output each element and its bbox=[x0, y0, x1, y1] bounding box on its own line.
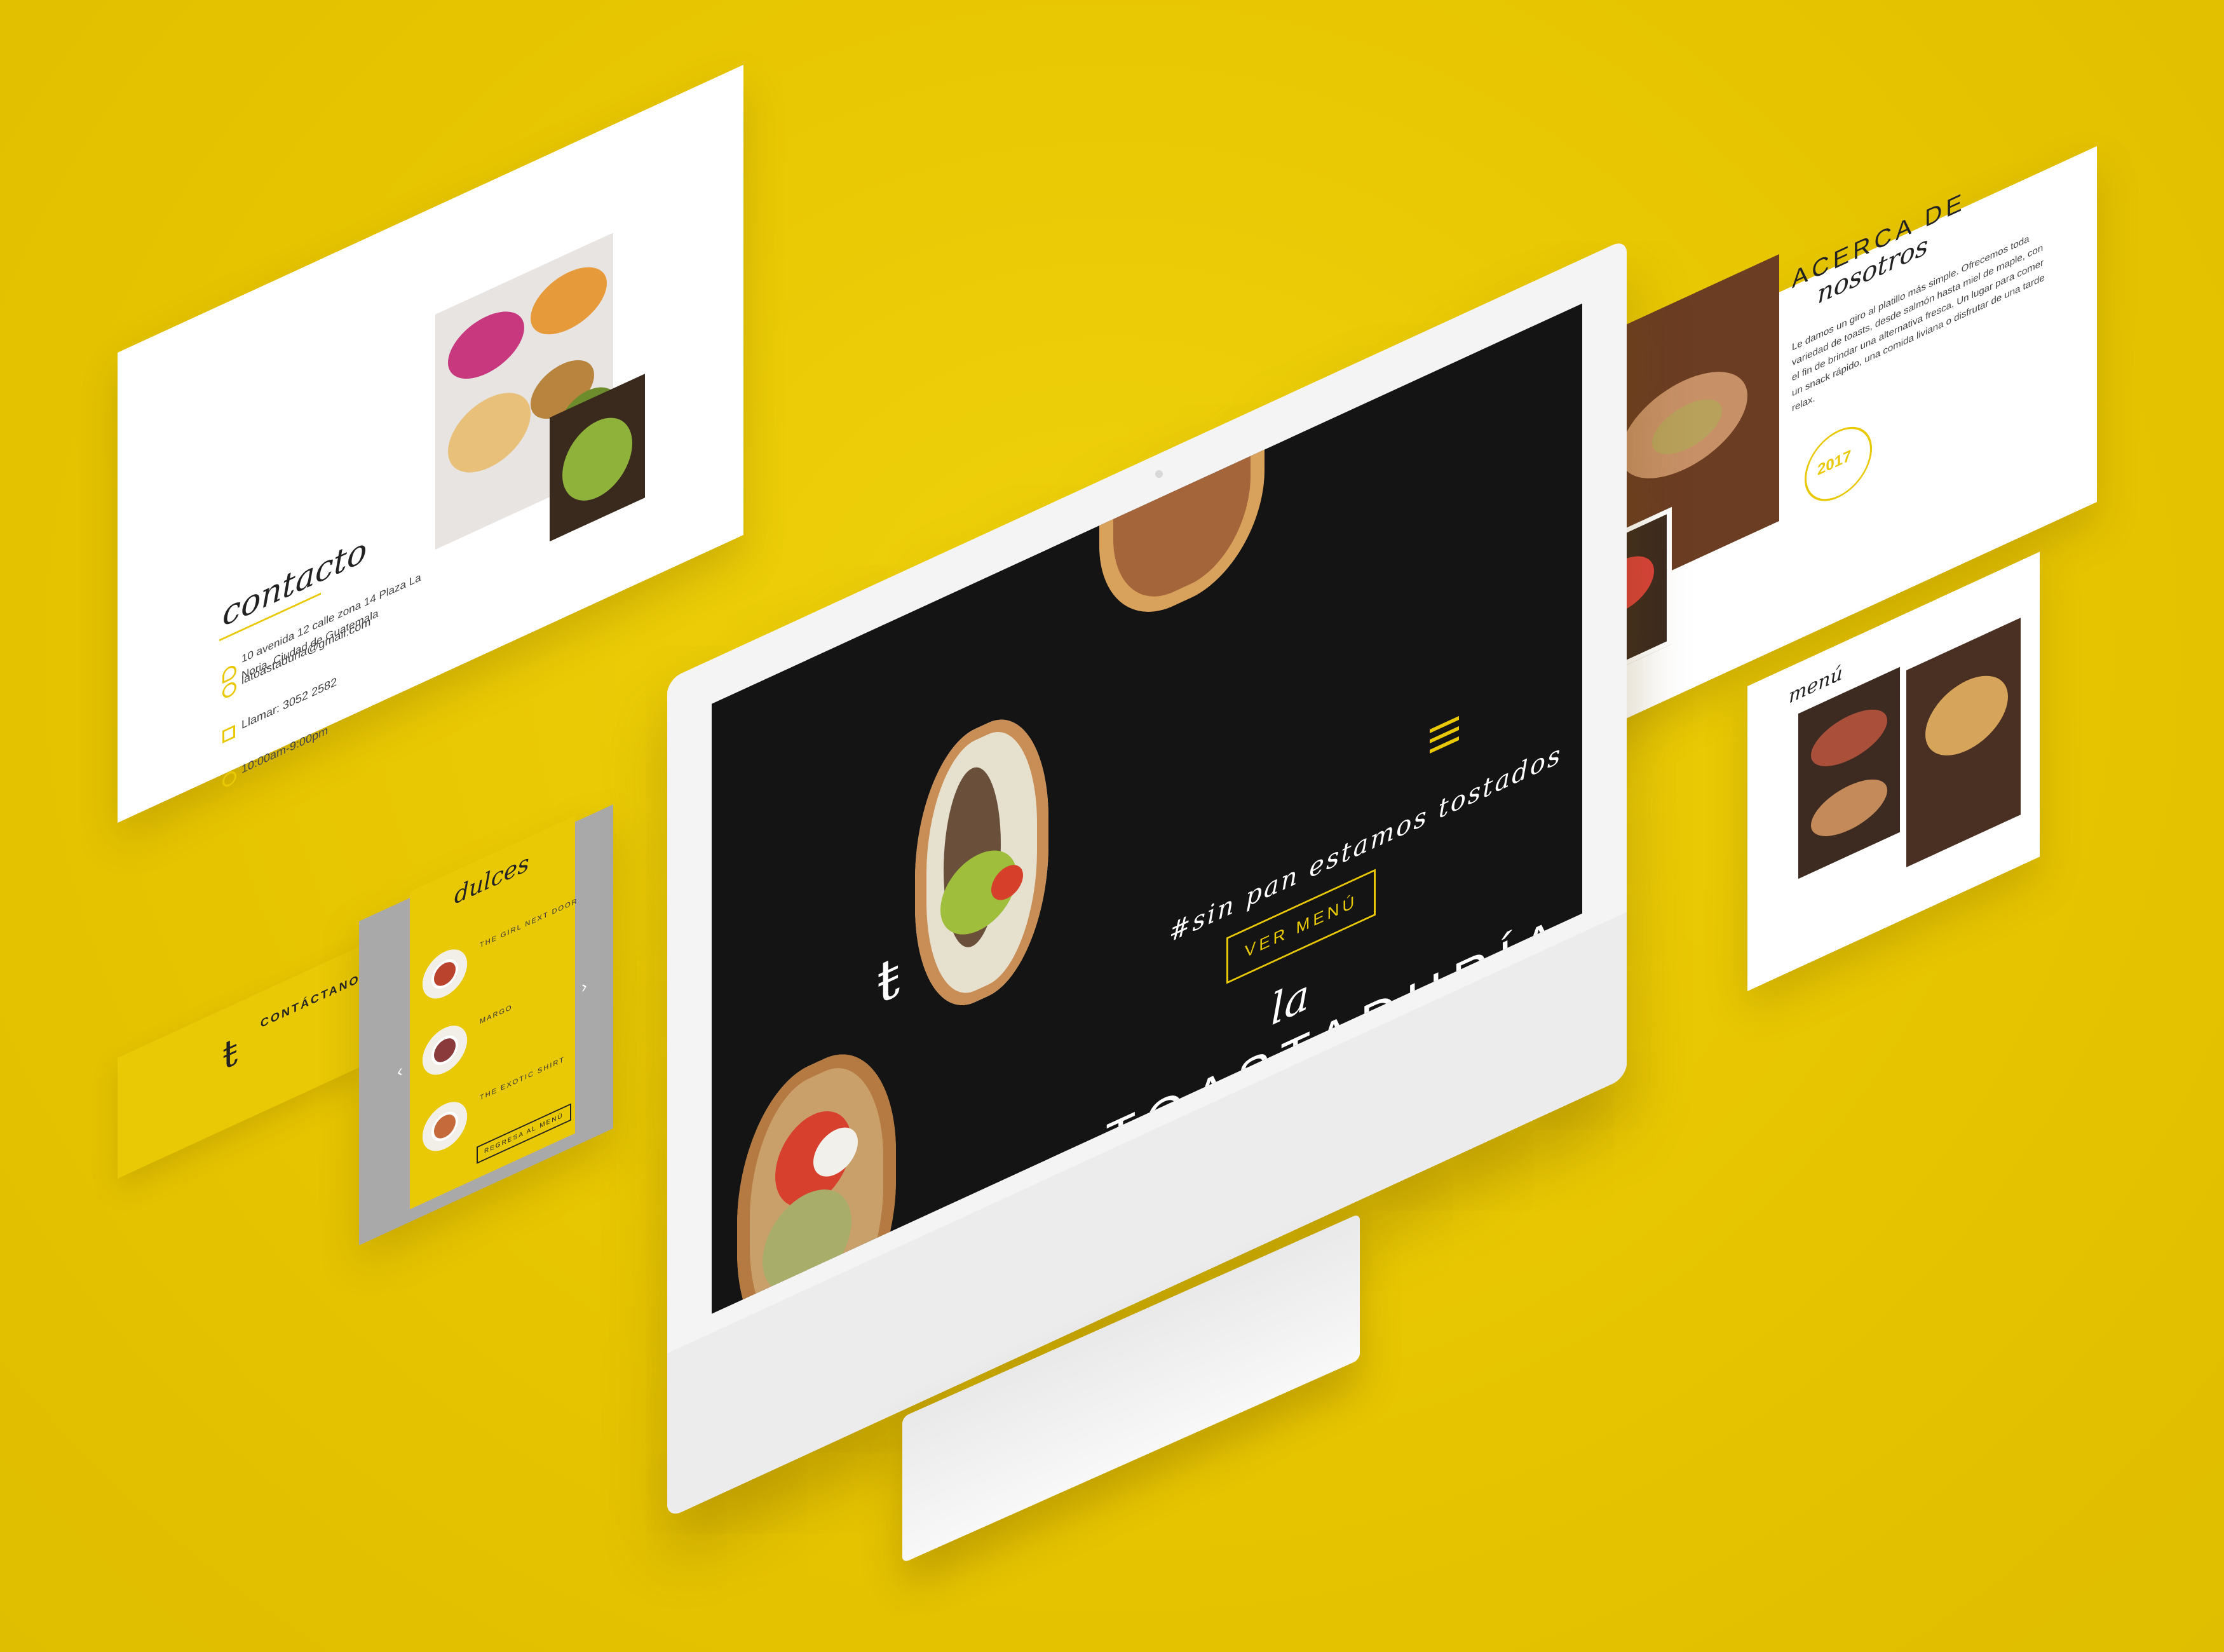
toast-image-2 bbox=[915, 695, 1048, 1030]
camera-dot bbox=[1155, 470, 1163, 478]
hamburger-icon[interactable] bbox=[1430, 715, 1459, 755]
prev-arrow-icon[interactable]: ‹ bbox=[397, 1060, 403, 1082]
next-arrow-icon[interactable]: › bbox=[581, 975, 587, 998]
footer-logo-icon: ŧ bbox=[222, 1028, 238, 1080]
location-icon bbox=[222, 663, 236, 684]
t-logo-icon[interactable]: ŧ bbox=[877, 942, 900, 1019]
